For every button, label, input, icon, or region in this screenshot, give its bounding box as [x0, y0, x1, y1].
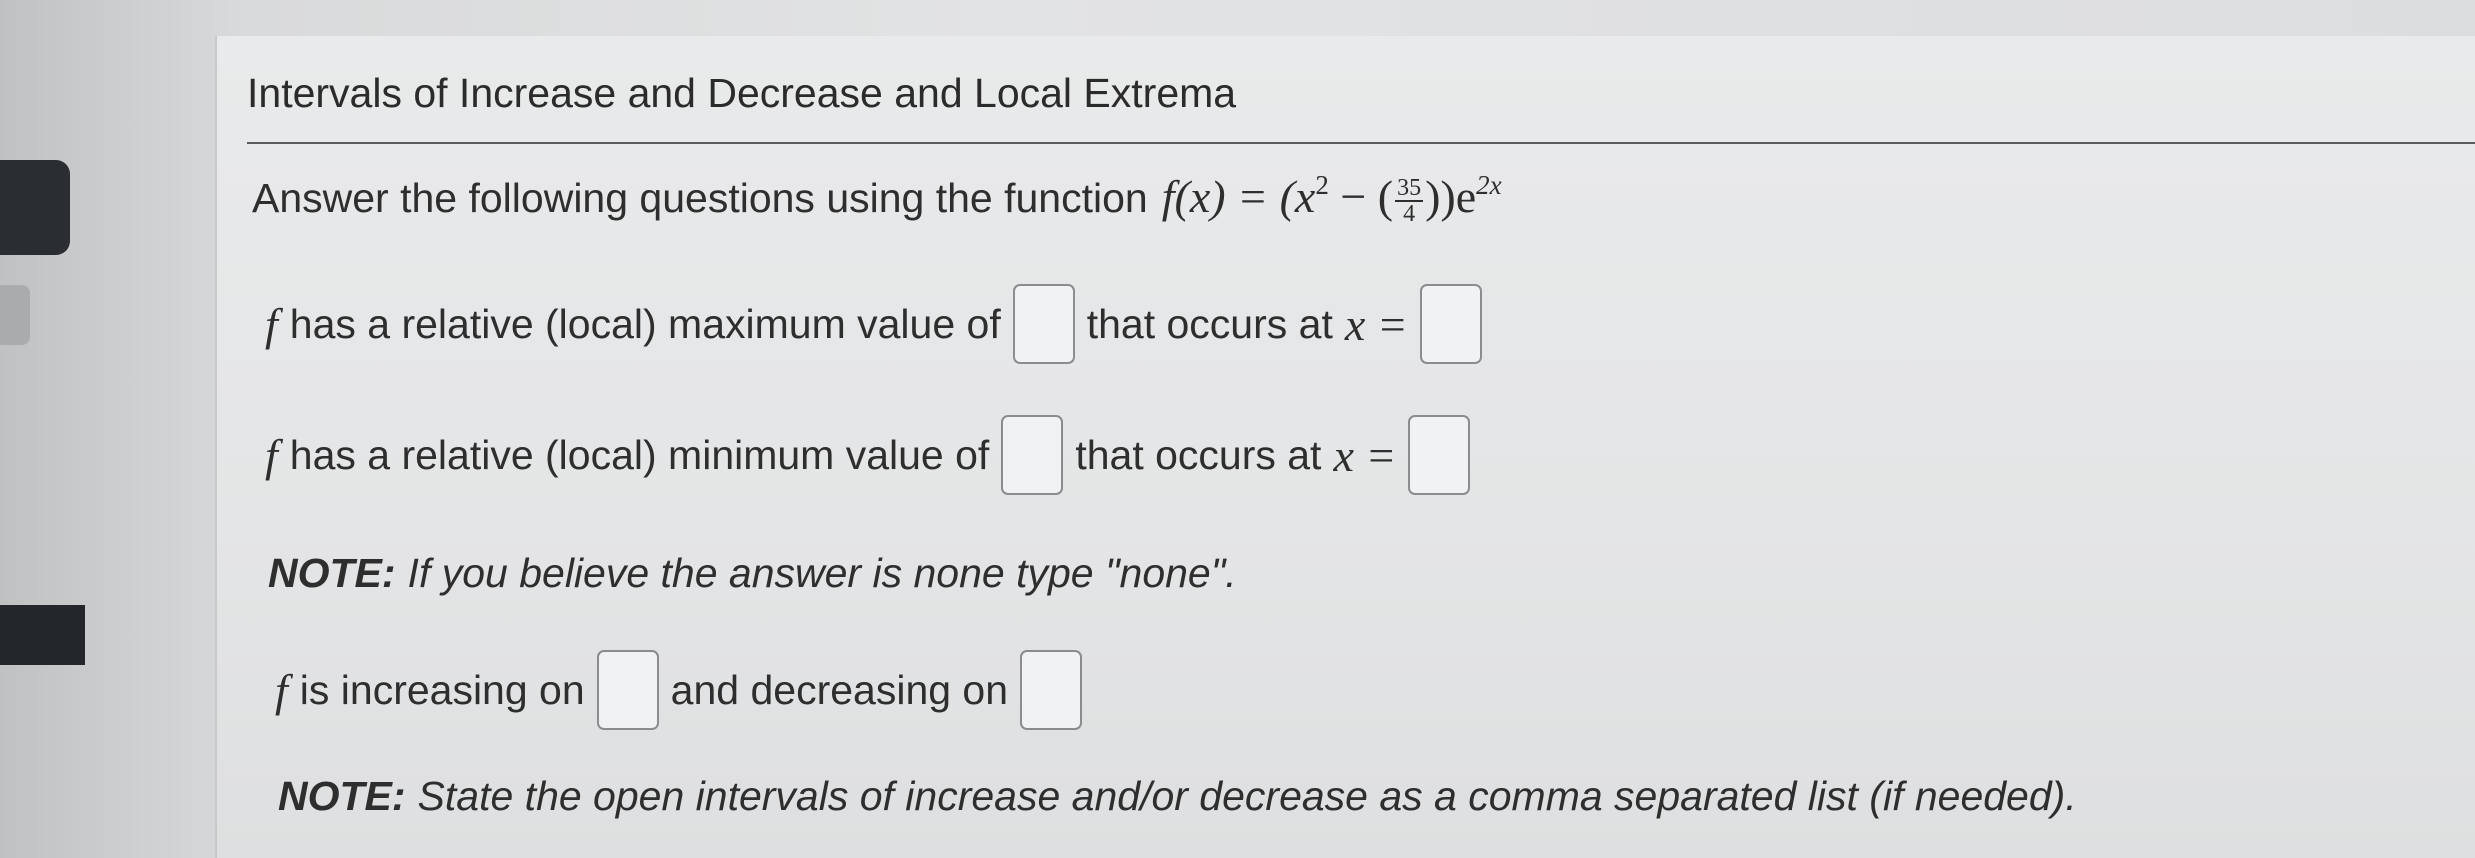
fraction-numerator: 35	[1395, 175, 1424, 203]
x-equals: x =	[1344, 298, 1408, 350]
note-label: NOTE:	[278, 773, 406, 819]
note-intervals: NOTE: State the open intervals of increa…	[278, 773, 2077, 820]
sidebar-tab-light[interactable]	[0, 285, 30, 345]
prompt-text: Answer the following questions using the…	[252, 174, 1148, 221]
decreasing-text: and decreasing on	[670, 666, 1009, 713]
min-value-input[interactable]	[1001, 415, 1064, 495]
sidebar-tab-dark[interactable]	[0, 160, 70, 255]
function-lhs: f(x) = (x	[1161, 171, 1316, 222]
note-text: If you believe the answer is none type "…	[407, 550, 1237, 596]
fraction-35-4: 35 4	[1395, 175, 1424, 228]
max-occurs-text: that occurs at	[1086, 300, 1333, 347]
fraction-denominator: 4	[1403, 201, 1416, 228]
title-divider	[247, 142, 2475, 144]
max-text: has a relative (local) maximum value of	[289, 300, 1001, 347]
left-sidebar-strip	[0, 0, 215, 858]
decreasing-interval-input[interactable]	[1020, 650, 1083, 730]
function-close: ))e	[1425, 171, 1477, 222]
screen: Intervals of Increase and Decrease and L…	[0, 0, 2475, 858]
exponent-2: 2	[1315, 170, 1329, 200]
min-text: has a relative (local) minimum value of	[289, 431, 990, 478]
min-occurs-text: that occurs at	[1075, 431, 1322, 478]
increasing-interval-input[interactable]	[596, 650, 659, 730]
max-line: f has a relative (local) maximum value o…	[265, 284, 1494, 364]
question-title: Intervals of Increase and Decrease and L…	[247, 70, 1237, 116]
note-label: NOTE:	[268, 550, 396, 596]
x-equals: x =	[1333, 429, 1397, 481]
increasing-text: is increasing on	[299, 666, 585, 713]
function-expression: f(x) = (x2 − (35 4))e2x	[1162, 170, 1502, 226]
min-line: f has a relative (local) minimum value o…	[265, 415, 1482, 495]
f-symbol: f	[265, 298, 278, 350]
f-symbol: f	[265, 429, 278, 481]
max-x-input[interactable]	[1419, 284, 1482, 364]
sidebar-tab-dark-lower[interactable]	[0, 605, 85, 665]
prompt-line: Answer the following questions using the…	[252, 170, 1502, 226]
min-x-input[interactable]	[1408, 415, 1471, 495]
f-symbol: f	[275, 664, 288, 716]
note-text: State the open intervals of increase and…	[417, 773, 2077, 819]
exponent-2x: 2x	[1476, 170, 1502, 200]
max-value-input[interactable]	[1012, 284, 1075, 364]
function-minus: − (	[1328, 171, 1394, 222]
interval-line: f is increasing on and decreasing on	[275, 650, 1094, 730]
note-none: NOTE: If you believe the answer is none …	[268, 550, 1237, 597]
